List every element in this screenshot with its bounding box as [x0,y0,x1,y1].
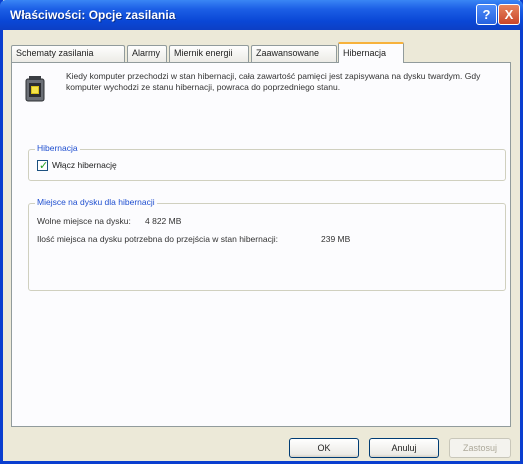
close-button[interactable]: X [498,4,520,25]
window-title: Właściwości: Opcje zasilania [10,8,176,22]
free-space-label: Wolne miejsce na dysku: [37,216,131,226]
hibernation-group: Hibernacja ✓ Włącz hibernację [28,143,506,181]
title-bar[interactable]: Właściwości: Opcje zasilania ? X [0,0,523,30]
intro-text: Kiedy komputer przechodzi w stan hiberna… [66,71,481,92]
group-title: Hibernacja [35,143,80,153]
tab-label: Hibernacja [343,48,387,58]
power-options-window: Właściwości: Opcje zasilania ? X Schemat… [0,0,523,464]
close-icon: X [504,7,514,22]
help-button[interactable]: ? [476,4,497,25]
apply-button[interactable]: Zastosuj [449,438,511,458]
tab-power-meter[interactable]: Miernik energii [169,45,249,62]
free-space-value: 4 822 MB [145,216,182,226]
checkbox-label[interactable]: Włącz hibernację [52,160,117,170]
tab-alarms[interactable]: Alarmy [127,45,167,62]
tab-label: Miernik energii [174,48,233,58]
tab-advanced[interactable]: Zaawansowane [251,45,337,62]
tab-panel: Kiedy komputer przechodzi w stan hiberna… [11,62,511,427]
tab-label: Schematy zasilania [16,48,94,58]
disk-space-group: Miejsce na dysku dla hibernacji Wolne mi… [28,197,506,291]
tab-power-schemes[interactable]: Schematy zasilania [11,45,125,62]
battery-icon [25,76,45,102]
tab-label: Zaawansowane [256,48,320,58]
checkbox-box[interactable]: ✓ [37,160,49,172]
tab-hibernate[interactable]: Hibernacja [338,42,404,63]
required-space-value: 239 MB [321,234,351,244]
question-mark-icon: ? [482,7,491,22]
tab-strip: Schematy zasilania Alarmy Miernik energi… [11,42,511,63]
cancel-button[interactable]: Anuluj [369,438,439,458]
checkmark-icon: ✓ [39,160,49,172]
ok-button[interactable]: OK [289,438,359,458]
required-space-label: Ilość miejsca na dysku potrzebna do prze… [37,234,278,244]
tab-label: Alarmy [132,48,161,58]
group-title: Miejsce na dysku dla hibernacji [35,197,157,207]
